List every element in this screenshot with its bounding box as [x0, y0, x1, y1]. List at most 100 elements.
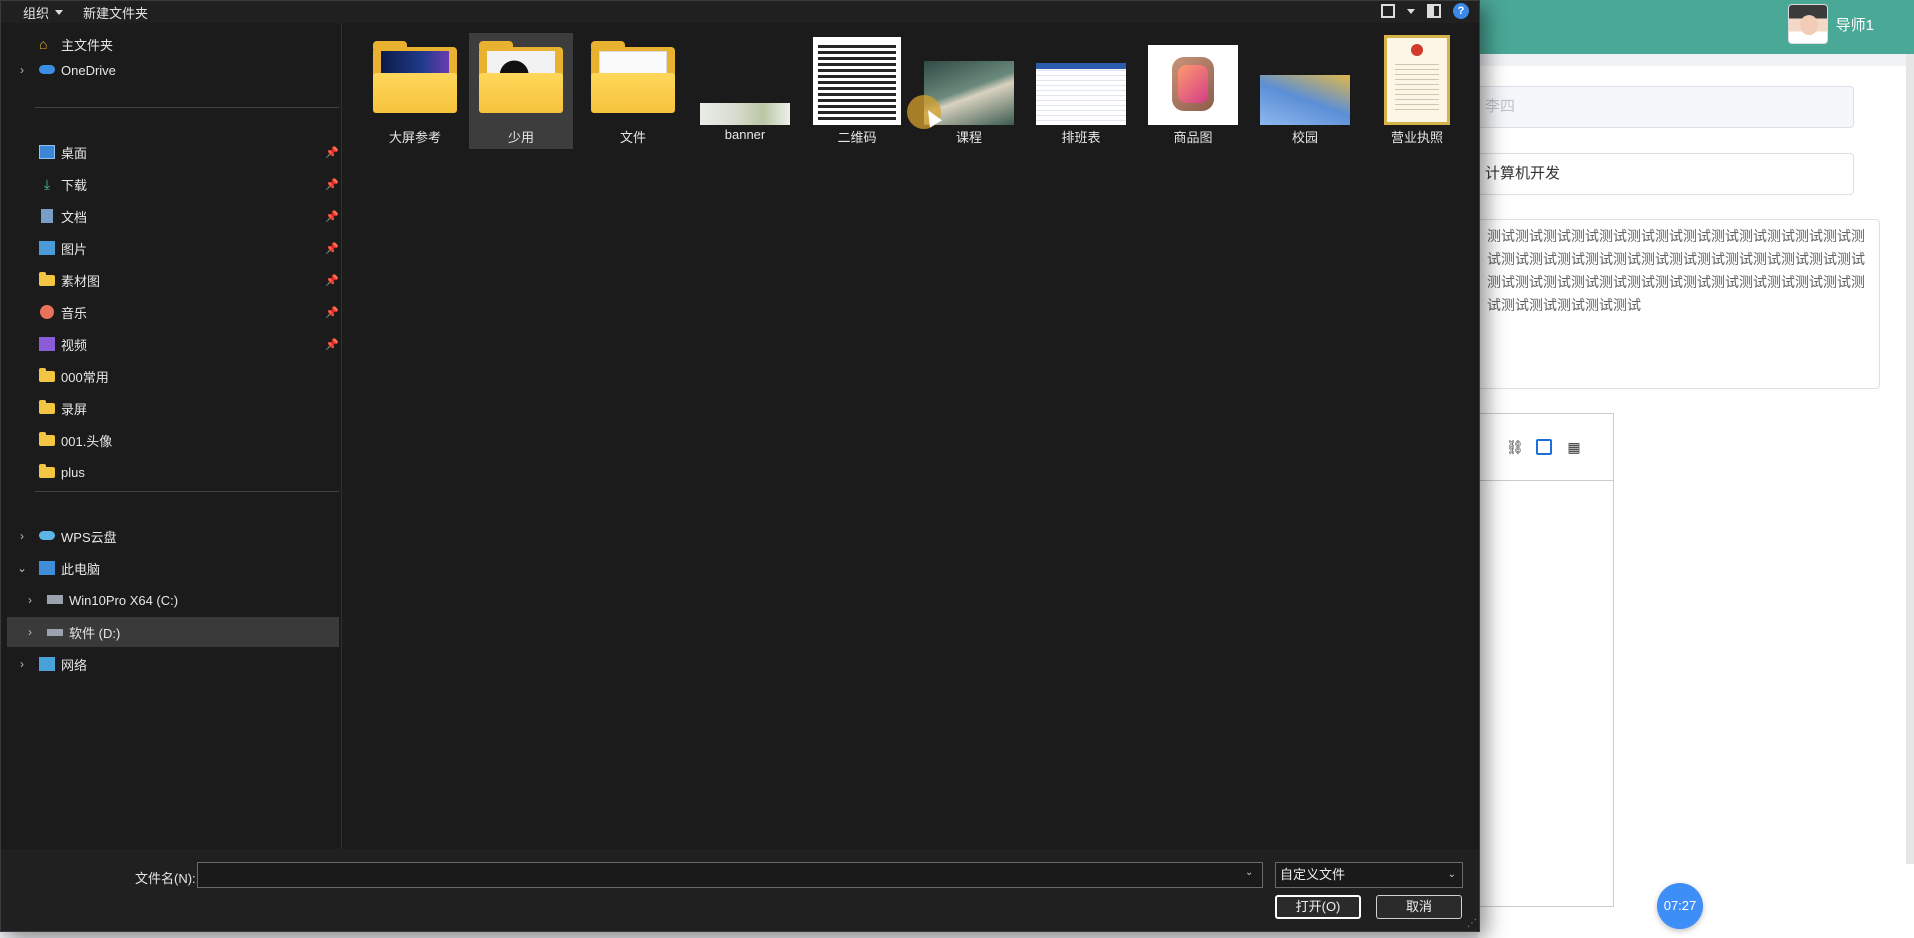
- spreadsheet-thumbnail: [1035, 33, 1127, 125]
- pin-icon[interactable]: 📌: [325, 274, 339, 287]
- file-item-image[interactable]: 校园: [1253, 33, 1357, 149]
- expand-chevron-icon[interactable]: ›: [23, 593, 37, 607]
- pin-icon[interactable]: 📌: [325, 306, 339, 319]
- file-item-image[interactable]: 课程: [917, 33, 1021, 149]
- file-item-image[interactable]: 营业执照: [1365, 33, 1469, 149]
- file-name: 商品图: [1173, 130, 1213, 145]
- nav-item-avatars[interactable]: 001.头像: [7, 425, 339, 455]
- cancel-button[interactable]: 取消: [1376, 895, 1462, 919]
- navigation-pane: ⌂ 主文件夹 › OneDrive 桌面 📌 ⤓ 下载 📌 文档 📌 图片 📌: [7, 29, 341, 849]
- file-item-folder[interactable]: 少用: [469, 33, 573, 149]
- chevron-down-icon: [55, 9, 64, 15]
- nav-item-recordings[interactable]: 录屏: [7, 393, 339, 423]
- filetype-value: 自定义文件: [1280, 867, 1346, 882]
- nav-item-drive-d[interactable]: › 软件 (D:): [7, 617, 339, 647]
- nav-item-network[interactable]: › 网络: [7, 649, 339, 679]
- nav-item-this-pc[interactable]: ⌄ 此电脑: [7, 553, 339, 583]
- pin-icon[interactable]: 📌: [325, 210, 339, 223]
- file-item-image[interactable]: banner: [693, 33, 797, 149]
- folder-icon: [39, 464, 55, 478]
- nav-item-desktop[interactable]: 桌面 📌: [7, 137, 339, 167]
- major-input[interactable]: 计算机开发: [1478, 153, 1854, 195]
- video-icon: [39, 337, 55, 351]
- file-name: banner: [724, 127, 766, 142]
- nav-divider: [35, 107, 339, 108]
- file-name: 排班表: [1061, 130, 1101, 145]
- wps-cloud-icon: [39, 531, 55, 540]
- command-bar: 组织 新建文件夹 ?: [1, 1, 1479, 23]
- image-thumbnail: [1147, 33, 1239, 125]
- file-item-image[interactable]: 二维码: [805, 33, 909, 149]
- folder-icon: [39, 432, 55, 446]
- pane-divider[interactable]: [341, 23, 342, 849]
- nav-divider: [35, 491, 339, 492]
- nav-item-videos[interactable]: 视频 📌: [7, 329, 339, 359]
- collapse-chevron-icon[interactable]: ⌄: [15, 561, 29, 575]
- nav-item-wps[interactable]: › WPS云盘: [7, 521, 339, 551]
- new-folder-button[interactable]: 新建文件夹: [73, 3, 158, 22]
- pin-icon[interactable]: 📌: [325, 178, 339, 191]
- pin-icon[interactable]: 📌: [325, 242, 339, 255]
- timer-badge[interactable]: 07:27: [1657, 883, 1703, 929]
- nav-item-plus[interactable]: plus: [7, 457, 339, 487]
- open-button[interactable]: 打开(O): [1275, 895, 1361, 919]
- pin-icon[interactable]: 📌: [325, 338, 339, 351]
- filename-input[interactable]: [197, 862, 1263, 888]
- expand-chevron-icon[interactable]: ›: [23, 625, 37, 639]
- filename-history-chevron-icon[interactable]: ⌄: [1245, 867, 1253, 878]
- drive-icon: [47, 629, 63, 636]
- nav-item-downloads[interactable]: ⤓ 下载 📌: [7, 169, 339, 199]
- pin-icon[interactable]: 📌: [325, 146, 339, 159]
- filetype-select[interactable]: 自定义文件 ⌄: [1275, 862, 1463, 888]
- organize-menu[interactable]: 组织: [1, 3, 73, 22]
- file-open-dialog: 组织 新建文件夹 ? ⌂ 主文件夹 › OneDrive 桌面 📌 ⤓ 下载 📌…: [0, 0, 1480, 932]
- description-textarea[interactable]: 测试测试测试测试测试测试测试测试测试测试测试测试测试测试测试测试测试测试测试测试…: [1478, 219, 1880, 389]
- file-view: 大屏参考 少用 文件 banner 二维码 课程 排班表 商品图 校园 营业执照: [343, 25, 1479, 849]
- page-scrollbar[interactable]: [1906, 54, 1914, 864]
- nav-label: 000常用: [61, 369, 109, 385]
- nav-label: 桌面: [61, 145, 88, 161]
- help-icon[interactable]: ?: [1453, 3, 1469, 19]
- user-menu[interactable]: 导师1: [1787, 4, 1874, 44]
- folder-icon: [39, 368, 55, 382]
- nav-label: 下载: [61, 177, 88, 193]
- image-icon[interactable]: [1536, 439, 1552, 455]
- file-name: 大屏参考: [388, 130, 441, 145]
- file-item-image[interactable]: 排班表: [1029, 33, 1133, 149]
- preview-pane-icon[interactable]: [1427, 4, 1441, 18]
- pictures-icon: [39, 241, 55, 255]
- image-thumbnail: [1259, 33, 1351, 125]
- expand-chevron-icon[interactable]: ›: [15, 529, 29, 543]
- image-thumbnail: [699, 33, 791, 125]
- nav-label: plus: [61, 464, 85, 480]
- computer-icon: [39, 561, 55, 575]
- file-item-folder[interactable]: 大屏参考: [363, 33, 467, 149]
- network-icon: [39, 657, 55, 671]
- folder-icon: [475, 33, 567, 125]
- nav-item-pictures[interactable]: 图片 📌: [7, 233, 339, 263]
- nav-item-onedrive[interactable]: › OneDrive: [7, 55, 339, 85]
- user-name: 导师1: [1835, 16, 1874, 34]
- rich-text-editor[interactable]: ⛓ ▦: [1478, 413, 1614, 907]
- qr-code-thumbnail: [811, 33, 903, 125]
- download-icon: ⤓: [43, 176, 51, 192]
- nav-item-documents[interactable]: 文档 📌: [7, 201, 339, 231]
- chevron-down-icon: ⌄: [1447, 869, 1456, 880]
- expand-chevron-icon[interactable]: ›: [15, 63, 29, 77]
- view-mode-icon[interactable]: [1381, 4, 1395, 18]
- nav-item-drive-c[interactable]: › Win10Pro X64 (C:): [7, 585, 339, 615]
- expand-chevron-icon[interactable]: ›: [15, 657, 29, 671]
- view-options-chevron-icon[interactable]: [1407, 8, 1415, 14]
- cloud-icon: [39, 65, 55, 74]
- nav-item-sucai[interactable]: 素材图 📌: [7, 265, 339, 295]
- resize-grip-icon[interactable]: ⋰: [1467, 918, 1477, 929]
- nav-item-music[interactable]: 音乐 📌: [7, 297, 339, 327]
- link-icon[interactable]: ⛓: [1506, 439, 1524, 455]
- file-item-image[interactable]: 商品图: [1141, 33, 1245, 149]
- file-name: 校园: [1291, 130, 1318, 145]
- video-icon[interactable]: ▦: [1566, 439, 1582, 455]
- file-item-folder[interactable]: 文件: [581, 33, 685, 149]
- nav-item-000[interactable]: 000常用: [7, 361, 339, 391]
- avatar: [1787, 4, 1828, 44]
- dialog-footer: 文件名(N): ⌄ 自定义文件 ⌄ 打开(O) 取消 ⋰: [1, 849, 1479, 931]
